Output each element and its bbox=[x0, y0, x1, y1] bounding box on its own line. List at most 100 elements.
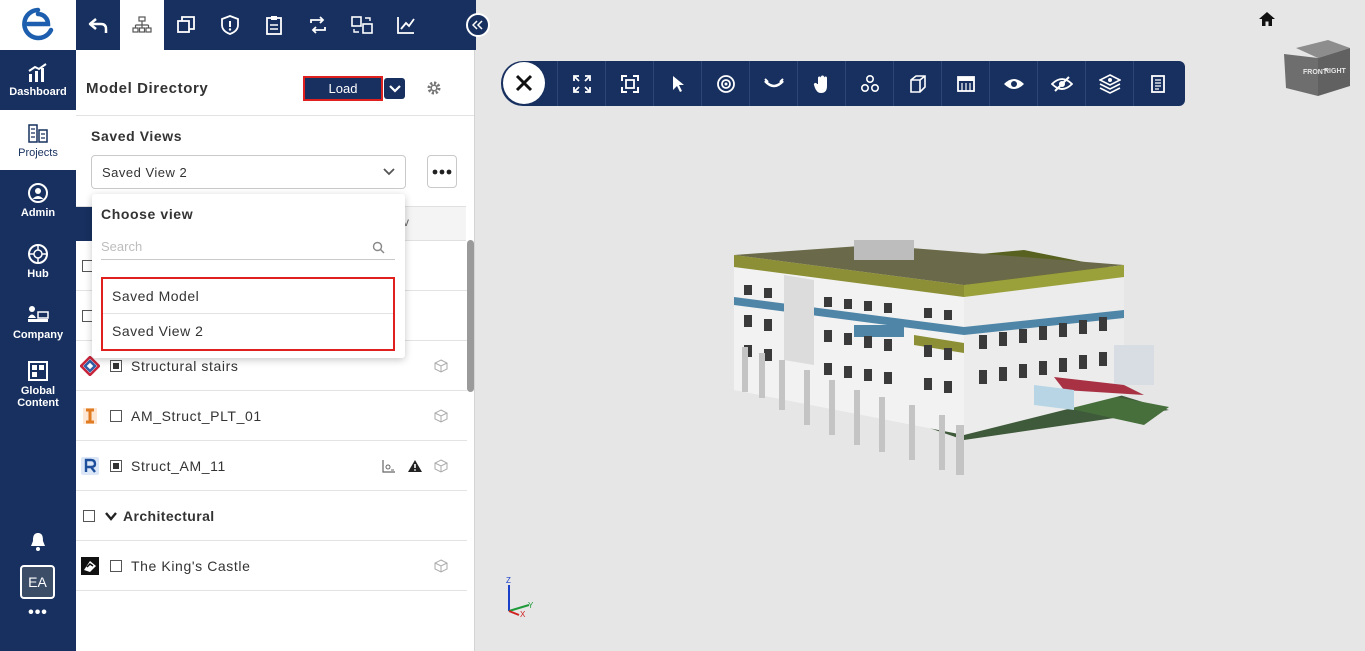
eye-icon bbox=[1003, 78, 1024, 89]
look-around-icon bbox=[763, 77, 784, 87]
row-checkbox[interactable] bbox=[110, 359, 122, 372]
section-plane-icon bbox=[956, 75, 975, 92]
tab-sync[interactable] bbox=[296, 0, 340, 50]
view-option-saved-view-2[interactable]: Saved View 2 bbox=[103, 314, 393, 348]
load-options-button[interactable] bbox=[384, 78, 405, 99]
row-checkbox[interactable] bbox=[83, 509, 95, 522]
orbit-button[interactable] bbox=[701, 61, 749, 106]
nav-more-button[interactable]: ••• bbox=[22, 604, 54, 624]
notifications-bell[interactable] bbox=[26, 530, 50, 554]
model-name: AM_Struct_PLT_01 bbox=[131, 407, 262, 424]
viewer-toolbar bbox=[501, 61, 1185, 106]
chevron-down-icon[interactable] bbox=[105, 511, 117, 521]
panel-settings-button[interactable] bbox=[425, 79, 443, 97]
model-row[interactable]: Struct_AM_11 bbox=[76, 441, 467, 491]
model-row[interactable]: The King's Castle bbox=[76, 541, 467, 591]
fullscreen-button[interactable] bbox=[557, 61, 605, 106]
nav-hub-label: Hub bbox=[27, 267, 49, 280]
close-viewer-button[interactable] bbox=[503, 62, 545, 104]
admin-icon bbox=[28, 182, 48, 203]
tab-compare[interactable] bbox=[340, 0, 384, 50]
saved-view-selected-value: Saved View 2 bbox=[102, 164, 188, 180]
nav-projects[interactable]: Projects bbox=[0, 110, 76, 170]
undo-arrow-icon bbox=[88, 18, 108, 33]
cube-icon[interactable] bbox=[434, 408, 448, 423]
nav-dashboard[interactable]: Dashboard bbox=[0, 50, 76, 110]
tab-issues[interactable] bbox=[208, 0, 252, 50]
nav-company[interactable]: Company bbox=[0, 292, 76, 352]
saved-view-options-button[interactable] bbox=[427, 155, 457, 188]
sync-icon bbox=[310, 16, 326, 34]
building-3d-model[interactable] bbox=[724, 235, 1174, 480]
panel-title: Model Directory bbox=[86, 80, 209, 97]
nav-dashboard-label: Dashboard bbox=[9, 85, 67, 98]
nav-company-label: Company bbox=[12, 328, 64, 341]
nav-admin-label: Admin bbox=[20, 206, 56, 219]
cube-icon[interactable] bbox=[434, 358, 448, 373]
look-around-button[interactable] bbox=[749, 61, 797, 106]
properties-button[interactable] bbox=[1133, 61, 1181, 106]
view-cube[interactable]: FRONT RIGHT bbox=[1282, 36, 1352, 98]
sketchup-icon bbox=[80, 556, 100, 576]
collapse-panel-button[interactable] bbox=[466, 13, 490, 37]
chart-small-icon[interactable] bbox=[382, 459, 396, 473]
cube-icon[interactable] bbox=[434, 458, 448, 473]
section-box-button[interactable] bbox=[893, 61, 941, 106]
explode-icon bbox=[860, 74, 879, 92]
more-horizontal-icon bbox=[432, 169, 452, 174]
home-icon[interactable] bbox=[1258, 10, 1276, 28]
cube-icon[interactable] bbox=[434, 558, 448, 573]
row-checkbox[interactable] bbox=[110, 459, 122, 472]
chevron-down-icon bbox=[388, 84, 401, 93]
row-checkbox[interactable] bbox=[110, 409, 122, 422]
revit-icon bbox=[80, 456, 100, 476]
double-chevron-left-icon bbox=[472, 20, 483, 30]
panel-scrollbar[interactable] bbox=[467, 240, 475, 400]
model-row[interactable]: AM_Struct_PLT_01 bbox=[76, 391, 467, 441]
tab-measure[interactable] bbox=[384, 0, 428, 50]
explode-button[interactable] bbox=[845, 61, 893, 106]
viewcube-right-label: RIGHT bbox=[1324, 68, 1347, 75]
view-option-saved-model[interactable]: Saved Model bbox=[103, 279, 393, 313]
hand-icon bbox=[813, 75, 827, 93]
tab-rfi[interactable] bbox=[252, 0, 296, 50]
buildings-icon bbox=[28, 123, 48, 143]
nav-global-content-label: Global Content bbox=[17, 384, 59, 409]
tab-model-tree[interactable] bbox=[120, 0, 164, 50]
select-tool-button[interactable] bbox=[653, 61, 701, 106]
nav-projects-label: Projects bbox=[18, 146, 58, 159]
axis-x-label: X bbox=[520, 610, 526, 617]
group-name: Architectural bbox=[123, 507, 215, 524]
load-button[interactable]: Load bbox=[303, 76, 383, 101]
axis-z-label: Z bbox=[506, 576, 511, 585]
fit-to-view-button[interactable] bbox=[605, 61, 653, 106]
search-icon bbox=[372, 241, 385, 254]
back-button[interactable] bbox=[76, 0, 120, 50]
show-button[interactable] bbox=[989, 61, 1037, 106]
panel-toolbar bbox=[76, 0, 476, 50]
gear-icon bbox=[427, 81, 441, 95]
user-avatar[interactable]: EA bbox=[20, 565, 55, 599]
nav-global-content[interactable]: Global Content bbox=[0, 355, 76, 413]
company-icon bbox=[28, 305, 49, 322]
view-search-input[interactable] bbox=[101, 234, 395, 260]
layers-eye-icon bbox=[1098, 73, 1121, 94]
ifc-icon bbox=[80, 406, 100, 426]
group-row[interactable]: Architectural bbox=[76, 491, 467, 541]
model-name: Structural stairs bbox=[131, 357, 239, 374]
section-plane-button[interactable] bbox=[941, 61, 989, 106]
orbit-icon bbox=[716, 74, 735, 93]
app-logo[interactable] bbox=[0, 0, 76, 50]
chart-icon bbox=[28, 62, 47, 82]
pan-button[interactable] bbox=[797, 61, 845, 106]
layers-button[interactable] bbox=[1085, 61, 1133, 106]
nav-hub[interactable]: Hub bbox=[0, 231, 76, 291]
warning-icon[interactable] bbox=[407, 459, 423, 473]
tab-copy[interactable] bbox=[164, 0, 208, 50]
3d-viewer[interactable]: FRONT RIGHT Z Y X bbox=[476, 0, 1365, 651]
nav-admin[interactable]: Admin bbox=[0, 170, 76, 230]
hide-button[interactable] bbox=[1037, 61, 1085, 106]
scrollbar-thumb[interactable] bbox=[467, 240, 474, 392]
row-checkbox[interactable] bbox=[110, 559, 122, 572]
saved-view-select[interactable]: Saved View 2 bbox=[91, 155, 406, 189]
